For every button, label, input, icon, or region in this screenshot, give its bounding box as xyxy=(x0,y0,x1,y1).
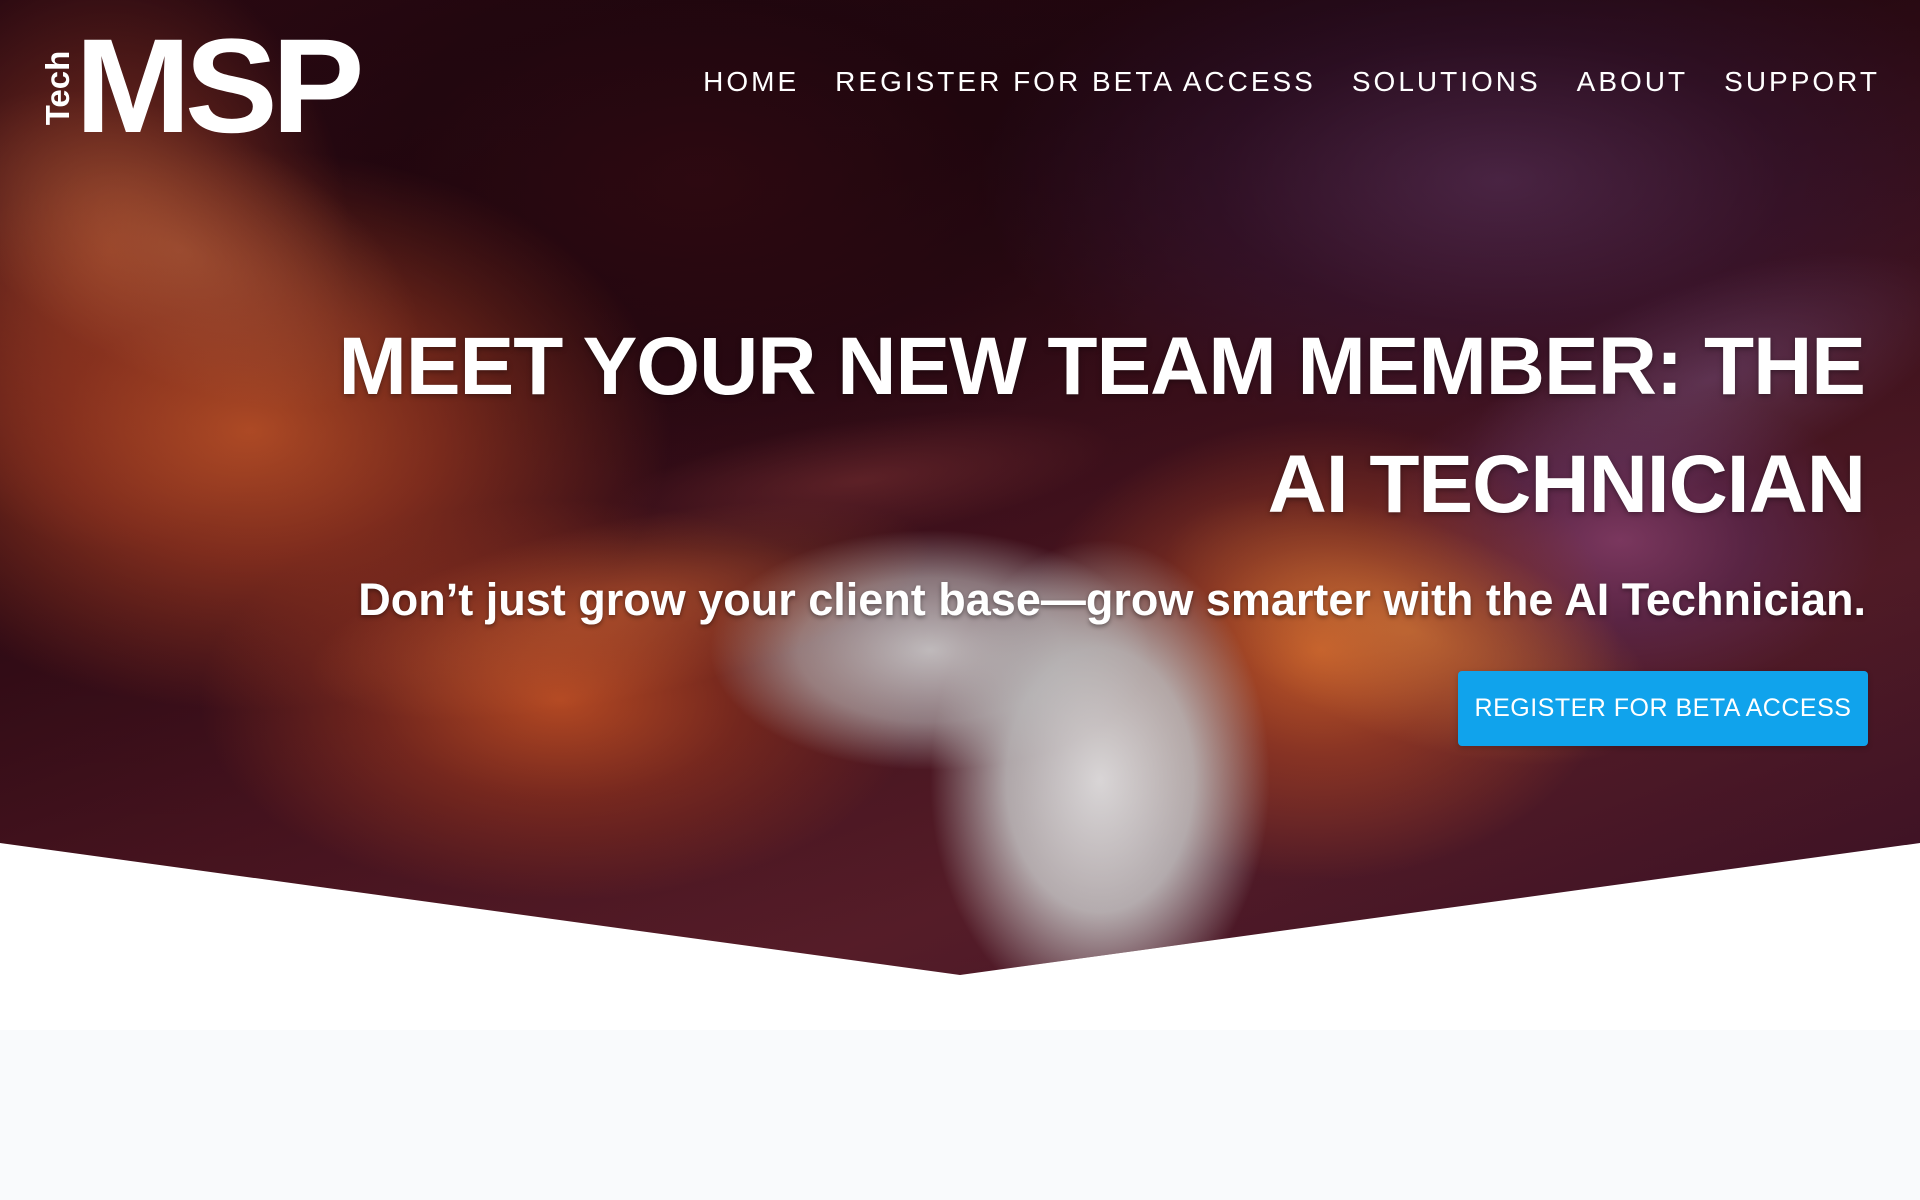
nav-register-for-beta-access[interactable]: REGISTER FOR BETA ACCESS xyxy=(835,66,1316,98)
next-section-background xyxy=(0,1030,1920,1200)
page: Tech MSP HOME REGISTER FOR BETA ACCESS S… xyxy=(0,0,1920,1200)
main-navigation: HOME REGISTER FOR BETA ACCESS SOLUTIONS … xyxy=(703,66,1880,98)
nav-support[interactable]: SUPPORT xyxy=(1724,66,1880,98)
nav-solutions[interactable]: SOLUTIONS xyxy=(1352,66,1541,98)
logo-msp-wordmark: MSP xyxy=(75,12,365,161)
register-beta-access-button[interactable]: REGISTER FOR BETA ACCESS xyxy=(1458,671,1868,746)
hero-headline: MEET YOUR NEW TEAM MEMBER: THE AI TECHNI… xyxy=(338,321,1866,530)
logo-tech-wordmark: Tech xyxy=(39,50,76,126)
nav-about[interactable]: ABOUT xyxy=(1577,66,1688,98)
hero-subheadline: Don’t just grow your client base—grow sm… xyxy=(358,574,1866,625)
nav-home[interactable]: HOME xyxy=(703,66,799,98)
techmsp-logo[interactable]: Tech MSP xyxy=(39,20,365,154)
